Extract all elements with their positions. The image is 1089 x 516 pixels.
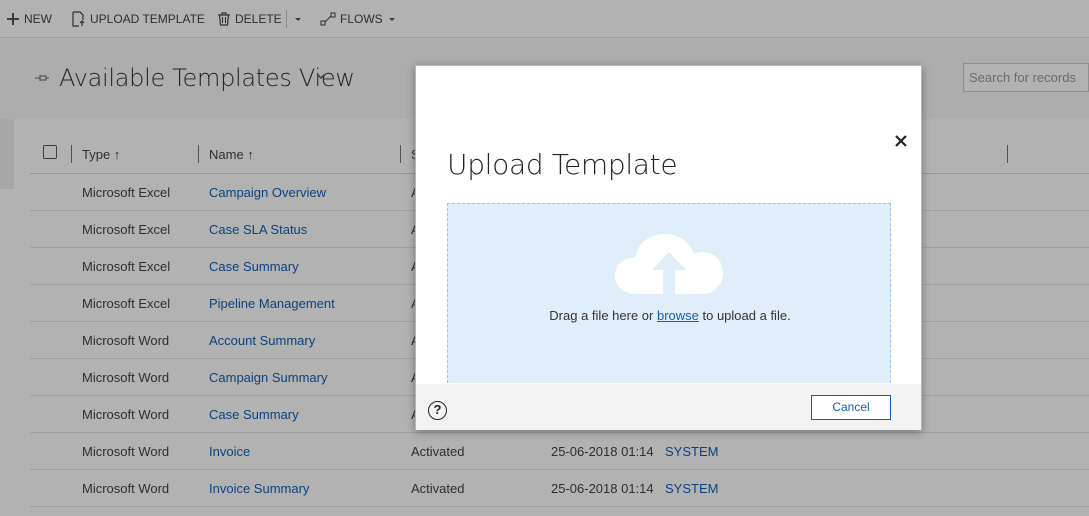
browse-link[interactable]: browse	[657, 308, 699, 323]
drop-instructions: Drag a file here or browse to upload a f…	[448, 308, 892, 323]
upload-template-dialog: Upload Template Drag a file here or brow…	[415, 65, 922, 430]
help-icon[interactable]: ?	[428, 401, 447, 420]
close-icon[interactable]	[892, 132, 910, 150]
cancel-button[interactable]: Cancel	[811, 395, 891, 420]
dialog-footer: ? Cancel	[416, 384, 921, 430]
drop-text-after: to upload a file.	[698, 308, 791, 323]
file-drop-zone[interactable]: Drag a file here or browse to upload a f…	[447, 203, 891, 383]
dialog-title: Upload Template	[447, 148, 678, 181]
drop-text-before: Drag a file here or	[549, 308, 657, 323]
cloud-upload-icon	[615, 234, 723, 294]
